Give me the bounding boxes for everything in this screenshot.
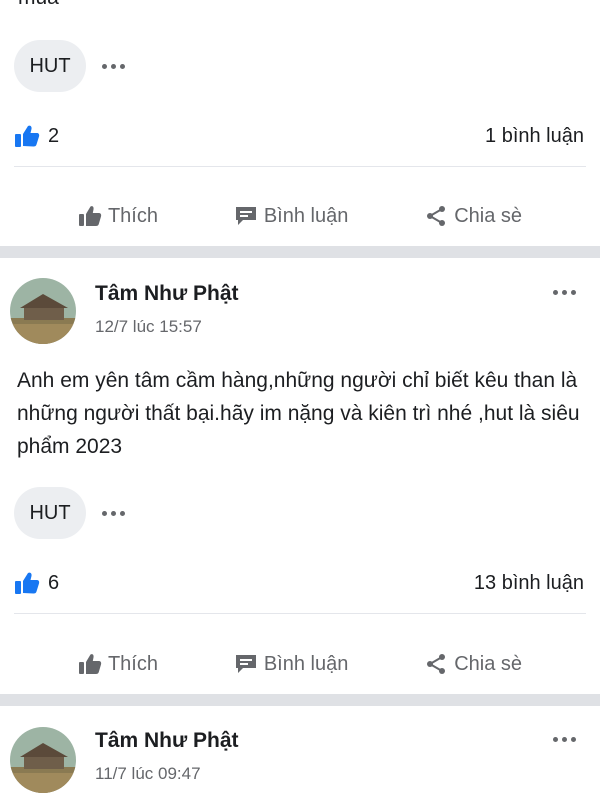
like-count-value: 2 <box>48 124 60 147</box>
like-count-value: 6 <box>48 571 60 594</box>
post-timestamp[interactable]: 12/7 lúc 15:57 <box>95 317 202 337</box>
avatar-photo <box>10 727 76 793</box>
hashtag-chip[interactable]: HUT <box>14 487 86 539</box>
share-icon <box>427 206 446 226</box>
reaction-stats: 2 1 bình luận <box>14 118 584 154</box>
hashtag-chip[interactable]: HUT <box>14 40 86 92</box>
like-count[interactable]: 6 <box>14 571 59 595</box>
author-name[interactable]: Tâm Như Phật <box>95 729 239 753</box>
thumbs-up-icon <box>78 206 102 226</box>
share-button-label: Chia sè <box>454 652 523 675</box>
action-bar: Thích Bình luận Chia sè <box>0 188 600 244</box>
post-content: Anh em yên tâm cầm hàng,những người chỉ … <box>17 369 580 458</box>
post-separator <box>0 246 600 258</box>
more-options-icon[interactable] <box>102 63 125 69</box>
comment-count[interactable]: 13 bình luận <box>474 572 584 595</box>
comment-button-label: Bình luận <box>263 204 349 227</box>
like-button-label: Thích <box>107 204 158 227</box>
comment-button-label: Bình luận <box>263 652 349 675</box>
reaction-stats: 6 13 bình luận <box>14 565 584 601</box>
thumbs-up-icon <box>78 654 102 674</box>
avatar[interactable] <box>10 727 76 793</box>
share-button[interactable]: Chia sè <box>424 204 522 228</box>
avatar-photo <box>10 278 76 344</box>
share-button[interactable]: Chia sè <box>424 652 522 676</box>
like-count[interactable]: 2 <box>14 124 59 148</box>
avatar[interactable] <box>10 278 76 344</box>
comment-icon <box>235 655 256 673</box>
like-badge-icon <box>15 125 40 147</box>
comment-icon <box>235 207 256 225</box>
post-separator <box>0 694 600 706</box>
post-timestamp[interactable]: 11/7 lúc 09:47 <box>95 764 201 784</box>
comment-count[interactable]: 1 bình luận <box>485 125 584 148</box>
post-tag-row: HUT <box>14 487 125 539</box>
truncated-post-text: mua <box>18 0 59 10</box>
divider <box>14 613 586 614</box>
share-button-label: Chia sè <box>454 204 523 227</box>
action-bar: Thích Bình luận Chia sè <box>0 636 600 692</box>
post-more-options-icon[interactable] <box>553 737 576 742</box>
post-tag-row: HUT <box>14 40 125 92</box>
divider <box>14 166 586 167</box>
like-badge-icon <box>15 572 40 594</box>
post-more-options-icon[interactable] <box>553 290 576 295</box>
more-options-icon[interactable] <box>102 510 125 516</box>
like-button-label: Thích <box>107 652 158 675</box>
comment-button[interactable]: Bình luận <box>234 204 349 228</box>
like-button[interactable]: Thích <box>78 653 158 676</box>
author-name[interactable]: Tâm Như Phật <box>95 282 239 306</box>
like-button[interactable]: Thích <box>78 205 158 228</box>
comment-button[interactable]: Bình luận <box>234 652 349 676</box>
share-icon <box>427 654 446 674</box>
